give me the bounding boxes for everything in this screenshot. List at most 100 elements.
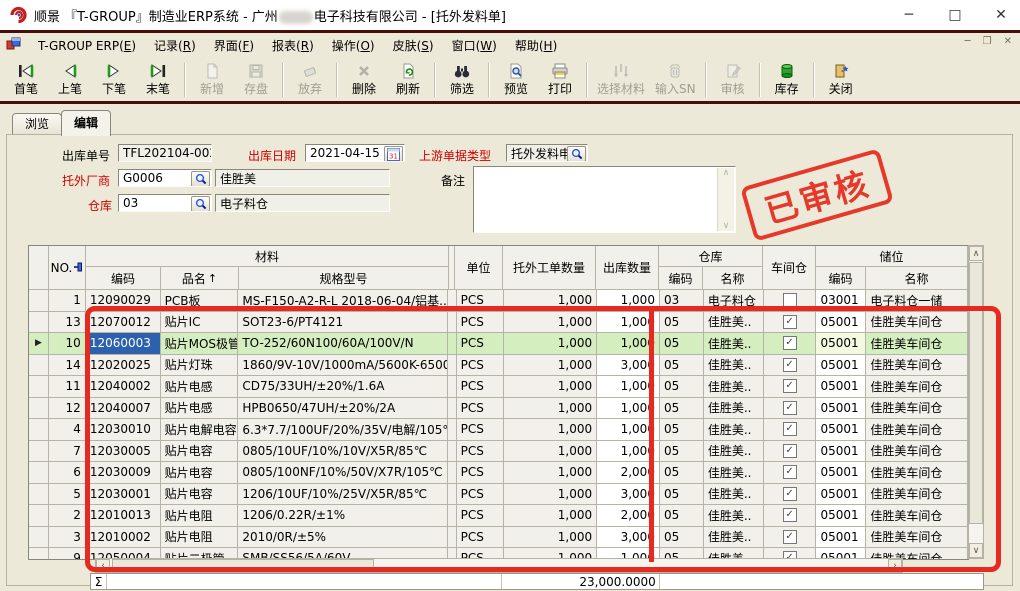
cell-gap[interactable] [448, 333, 457, 355]
cell-unit[interactable]: PCS [457, 505, 505, 527]
cell-out[interactable]: 3,000 [597, 527, 660, 549]
cell-ws[interactable]: ✓ [764, 376, 817, 398]
cell-ln[interactable]: 佳胜美车间仓 [866, 376, 968, 398]
cell-pname[interactable]: 贴片电解电容 [161, 419, 239, 441]
cell-pname[interactable]: 贴片电感 [161, 398, 239, 420]
cell-ln[interactable]: 佳胜美车间仓 [866, 462, 968, 484]
cell-spec[interactable]: 0805/10UF/10%/10V/X5R/85℃ [238, 441, 447, 463]
cell-gap[interactable] [448, 484, 457, 506]
cell-oq[interactable]: 1,000 [504, 462, 597, 484]
header-material[interactable]: 材料 [86, 246, 449, 267]
cell-pname[interactable]: 贴片电容 [161, 441, 239, 463]
table-row[interactable]: 1312070012贴片ICSOT23-6/PT4121PCS1,0001,00… [29, 312, 968, 334]
cell-wn[interactable]: 佳胜美.. [704, 376, 764, 398]
out-date-field[interactable]: 2021-04-15 31 [305, 144, 405, 162]
cell-out[interactable]: 2,000 [597, 462, 660, 484]
cell-wc[interactable]: 05 [660, 333, 704, 355]
next-record-button[interactable]: 下笔 [92, 58, 136, 102]
cell-gap[interactable] [448, 355, 457, 377]
cell-lc[interactable]: 05001 [816, 333, 866, 355]
menu-reports[interactable]: 报表(R) [263, 37, 323, 55]
delete-button[interactable]: 删除 [342, 58, 386, 102]
cell-pname[interactable]: PCB板 [161, 290, 239, 312]
cell-out[interactable]: 1,000 [597, 290, 660, 312]
header-no[interactable]: NO. [49, 246, 86, 290]
cell-no[interactable]: 3 [49, 527, 86, 549]
table-row[interactable]: 212010013贴片电阻1206/0.22R/±1%PCS1,0002,000… [29, 505, 968, 527]
cell-wn[interactable]: 佳胜美.. [704, 398, 764, 420]
mdi-close-button[interactable]: ✕ [1004, 36, 1012, 47]
menu-operations[interactable]: 操作(O) [323, 37, 384, 55]
cell-oq[interactable]: 1,000 [504, 290, 597, 312]
workshop-checkbox[interactable]: ✓ [783, 422, 797, 436]
cell-oq[interactable]: 1,000 [504, 355, 597, 377]
cell-out[interactable]: 1,000 [597, 419, 660, 441]
cell-spec[interactable]: HPB0650/47UH/±20%/2A [238, 398, 447, 420]
cell-ln[interactable]: 佳胜美车间仓 [866, 484, 968, 506]
header-out-qty[interactable]: 出库数量 [596, 246, 659, 290]
cell-unit[interactable]: PCS [457, 419, 505, 441]
cell-spec[interactable]: TO-252/60N100/60A/100V/N [238, 333, 447, 355]
cell-no[interactable]: 4 [49, 419, 86, 441]
table-row[interactable]: 112090029PCB板MS-F150-A2-R-L 2018-06-04/铝… [29, 290, 968, 312]
cell-no[interactable]: 13 [49, 312, 86, 334]
cell-lc[interactable]: 05001 [816, 462, 866, 484]
cell-gap[interactable] [448, 505, 457, 527]
cell-lc[interactable]: 03001 [816, 290, 866, 312]
workshop-checkbox[interactable]: ✓ [783, 401, 797, 415]
cell-pname[interactable]: 贴片电阻 [161, 527, 239, 549]
first-record-button[interactable]: 首笔 [4, 58, 48, 102]
cell-pname[interactable]: 贴片灯珠 [161, 355, 239, 377]
header-warehouse[interactable]: 仓库 [659, 246, 763, 267]
cell-wn[interactable]: 佳胜美.. [704, 462, 764, 484]
vertical-scroll-thumb[interactable] [969, 262, 983, 524]
cell-out[interactable]: 1,000 [597, 441, 660, 463]
cell-wc[interactable]: 05 [660, 312, 704, 334]
cell-pname[interactable]: 贴片电容 [161, 484, 239, 506]
cell-out[interactable]: 2,000 [597, 505, 660, 527]
workshop-checkbox[interactable]: ✓ [783, 444, 797, 458]
menu-tgroup-erp[interactable]: T-GROUP ERP(E) [29, 37, 145, 55]
select-material-button[interactable]: 选择材料 [592, 58, 650, 102]
table-row[interactable]: 1112040002贴片电感CD75/33UH/±20%/1.6APCS1,00… [29, 376, 968, 398]
cell-ws[interactable]: ✓ [764, 441, 817, 463]
cell-out[interactable]: 3,000 [597, 355, 660, 377]
cell-wc[interactable]: 05 [660, 527, 704, 549]
cell-ws[interactable]: ✓ [764, 355, 817, 377]
cell-spec[interactable]: MS-F150-A2-R-L 2018-06-04/铝基... [238, 290, 447, 312]
cell-wn[interactable]: 佳胜美.. [704, 527, 764, 549]
table-row[interactable]: 512030001贴片电容1206/10UF/10%/25V/X5R/85℃PC… [29, 484, 968, 506]
header-workshop[interactable]: 车间仓 [763, 246, 816, 290]
cell-oq[interactable]: 1,000 [504, 376, 597, 398]
row-marker[interactable] [29, 484, 49, 506]
scroll-down-icon[interactable]: ∨ [723, 221, 730, 231]
minimize-button[interactable]: ─ [900, 7, 918, 23]
cell-oq[interactable]: 1,000 [504, 484, 597, 506]
cell-out[interactable]: 1,000 [597, 333, 660, 355]
table-row[interactable]: ▶1012060003贴片MOS极管TO-252/60N100/60A/100V… [29, 333, 968, 355]
scroll-down-button[interactable]: ∨ [969, 543, 983, 558]
calendar-icon[interactable]: 31 [384, 146, 403, 162]
workshop-checkbox[interactable]: ✓ [783, 465, 797, 479]
cell-no[interactable]: 11 [49, 376, 86, 398]
cell-gap[interactable] [448, 419, 457, 441]
cell-unit[interactable]: PCS [457, 376, 505, 398]
cell-no[interactable]: 5 [49, 484, 86, 506]
row-marker[interactable] [29, 312, 49, 334]
header-order-qty[interactable]: 托外工单数量 [503, 246, 596, 290]
table-row[interactable]: 1412020025贴片灯珠1860/9V-10V/1000mA/5600K-6… [29, 355, 968, 377]
cell-code[interactable]: 12030009 [86, 462, 161, 484]
cell-pname[interactable]: 贴片电容 [161, 462, 239, 484]
cell-gap[interactable] [448, 398, 457, 420]
row-marker[interactable] [29, 376, 49, 398]
print-button[interactable]: 打印 [538, 58, 582, 102]
workshop-checkbox[interactable]: ✓ [783, 530, 797, 544]
close-form-button[interactable]: 关闭 [819, 58, 863, 102]
cell-wn[interactable]: 佳胜美.. [704, 312, 764, 334]
cell-unit[interactable]: PCS [457, 312, 505, 334]
cell-spec[interactable]: 6.3*7.7/100UF/20%/35V/电解/105℃ [238, 419, 447, 441]
cell-code[interactable]: 12030001 [86, 484, 161, 506]
cell-ln[interactable]: 佳胜美车间仓 [866, 355, 968, 377]
cell-code[interactable]: 12010013 [86, 505, 161, 527]
doc-no-field[interactable]: TFL202104-0022 [118, 144, 212, 162]
